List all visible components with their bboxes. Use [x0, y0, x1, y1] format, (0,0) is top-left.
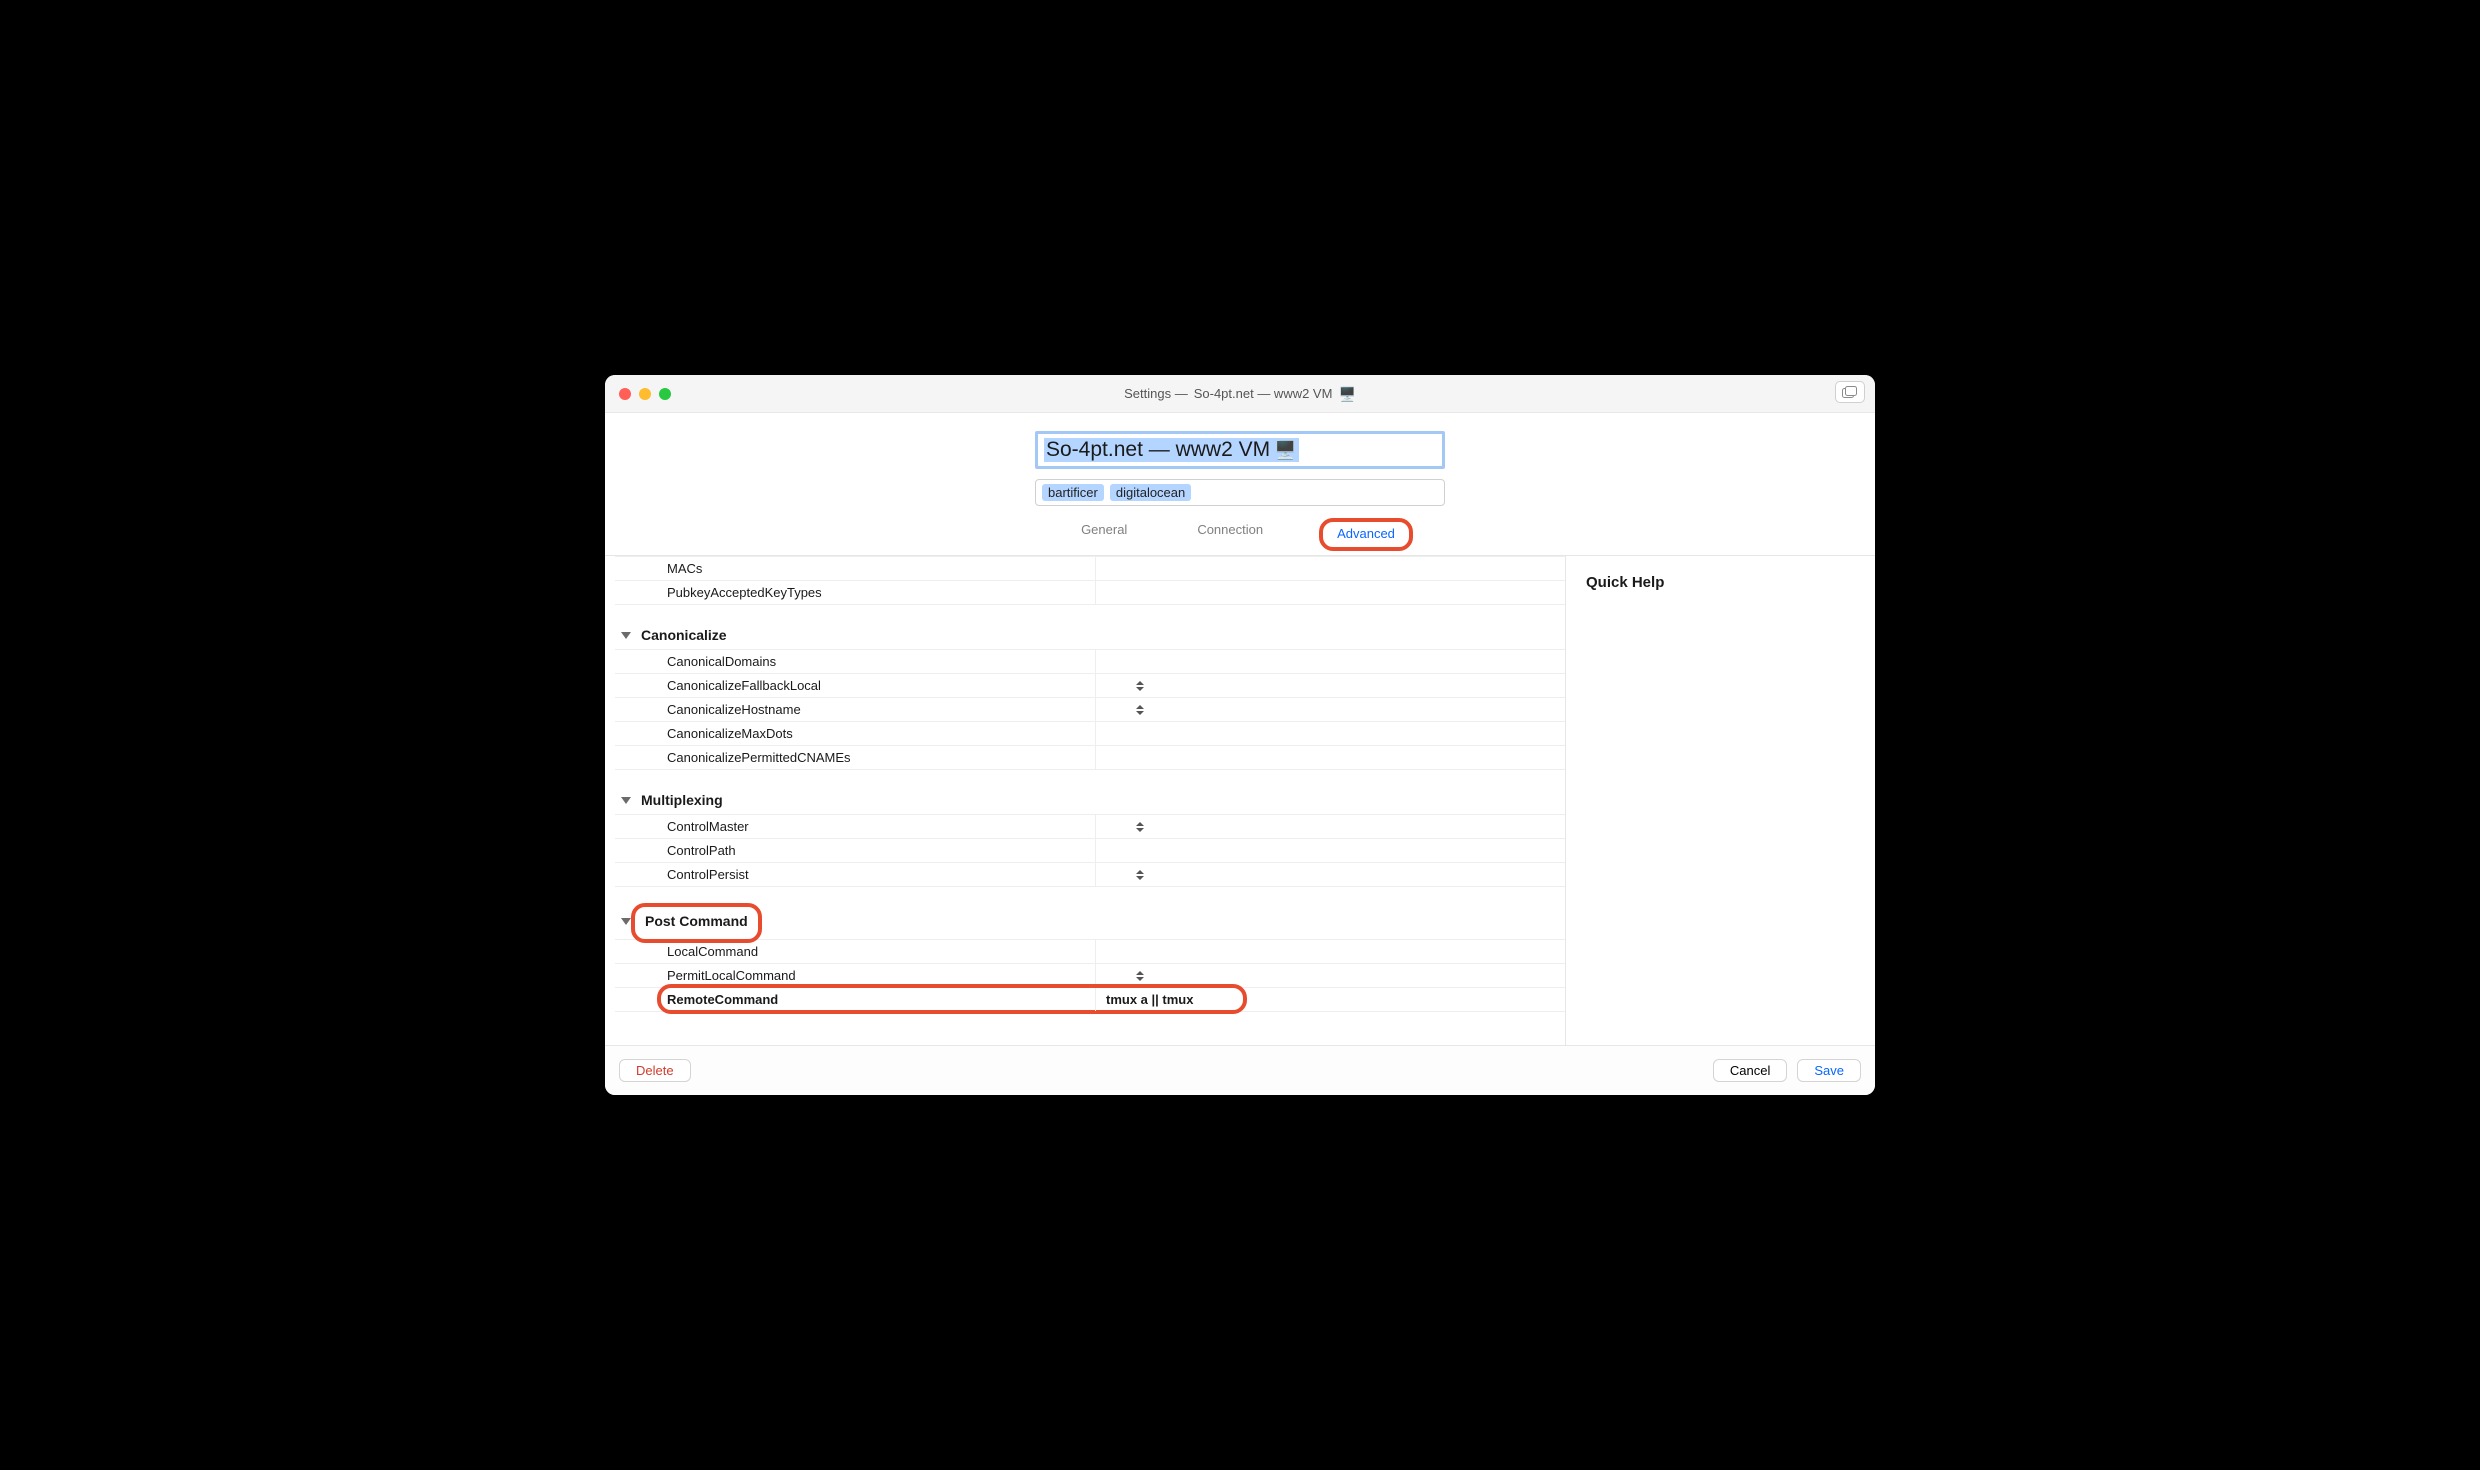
row-val[interactable] — [1095, 650, 1565, 673]
row-val[interactable] — [1095, 839, 1565, 862]
stepper-icon[interactable] — [1136, 868, 1146, 882]
disclosure-triangle-icon[interactable] — [621, 632, 631, 639]
header-area: So-4pt.net — www2 VM 🖥️ bartificer digit… — [605, 413, 1875, 556]
monitor-icon: 🖥️ — [1338, 387, 1355, 401]
row-val[interactable] — [1095, 722, 1565, 745]
highlight-post-command: Post Command — [631, 903, 762, 943]
minimize-window-button[interactable] — [639, 388, 651, 400]
window-title-prefix: Settings — — [1124, 386, 1188, 401]
close-window-button[interactable] — [619, 388, 631, 400]
row-val[interactable] — [1095, 940, 1565, 963]
row-key: CanonicalizeHostname — [615, 702, 1095, 717]
highlight-advanced-tab: Advanced — [1319, 518, 1413, 551]
stepper-icon[interactable] — [1136, 703, 1146, 717]
save-button[interactable]: Save — [1797, 1059, 1861, 1082]
row-val[interactable] — [1095, 674, 1565, 697]
monitor-icon: 🖥️ — [1274, 441, 1296, 459]
window-title: Settings — So-4pt.net — www2 VM 🖥️ — [605, 386, 1875, 401]
stepper-icon[interactable] — [1136, 679, 1146, 693]
row-key: CanonicalDomains — [615, 654, 1095, 669]
tab-overview-button[interactable] — [1835, 381, 1865, 403]
row-key: CanonicalizeFallbackLocal — [615, 678, 1095, 693]
row-key: LocalCommand — [615, 944, 1095, 959]
row-localcommand[interactable]: LocalCommand — [615, 940, 1565, 964]
row-val[interactable] — [1095, 964, 1565, 987]
window-title-name: So-4pt.net — www2 VM — [1194, 386, 1333, 401]
quick-help-panel: Quick Help — [1565, 556, 1875, 1045]
section-multiplexing: Multiplexing ControlMaster ControlPath C… — [615, 792, 1565, 887]
body: MACs PubkeyAcceptedKeyTypes Canonicalize… — [605, 556, 1875, 1045]
quick-help-title: Quick Help — [1586, 574, 1855, 591]
row-canonicalizefallbacklocal[interactable]: CanonicalizeFallbackLocal — [615, 674, 1565, 698]
tag-digitalocean[interactable]: digitalocean — [1110, 484, 1191, 501]
row-key: ControlPersist — [615, 867, 1095, 882]
row-remotecommand[interactable]: RemoteCommand tmux a || tmux — [615, 988, 1565, 1012]
row-canonicalizemaxdots[interactable]: CanonicalizeMaxDots — [615, 722, 1565, 746]
cancel-button[interactable]: Cancel — [1713, 1059, 1787, 1082]
disclosure-triangle-icon[interactable] — [621, 797, 631, 804]
row-permitlocalcommand[interactable]: PermitLocalCommand — [615, 964, 1565, 988]
row-val[interactable] — [1095, 557, 1565, 580]
row-val[interactable] — [1095, 815, 1565, 838]
row-val[interactable]: tmux a || tmux — [1095, 988, 1565, 1011]
row-key: CanonicalizeMaxDots — [615, 726, 1095, 741]
profile-name-value: So-4pt.net — www2 VM — [1046, 438, 1270, 462]
row-controlmaster[interactable]: ControlMaster — [615, 815, 1565, 839]
tab-bar: General Connection Advanced — [1081, 522, 1399, 555]
row-controlpersist[interactable]: ControlPersist — [615, 863, 1565, 887]
settings-scroll[interactable]: MACs PubkeyAcceptedKeyTypes Canonicalize… — [605, 556, 1565, 1045]
row-key: ControlMaster — [615, 819, 1095, 834]
row-key: CanonicalizePermittedCNAMEs — [615, 750, 1095, 765]
row-canonicaldomains[interactable]: CanonicalDomains — [615, 650, 1565, 674]
window-controls — [619, 388, 671, 400]
row-key: ControlPath — [615, 843, 1095, 858]
row-key: PermitLocalCommand — [615, 968, 1095, 983]
footer: Delete Cancel Save — [605, 1045, 1875, 1095]
row-val[interactable] — [1095, 863, 1565, 886]
tab-connection[interactable]: Connection — [1197, 522, 1263, 545]
tab-general[interactable]: General — [1081, 522, 1127, 545]
section-title: Multiplexing — [641, 792, 723, 808]
tags-input[interactable]: bartificer digitalocean — [1035, 479, 1445, 506]
row-canonicalizepermittedcnames[interactable]: CanonicalizePermittedCNAMEs — [615, 746, 1565, 770]
zoom-window-button[interactable] — [659, 388, 671, 400]
settings-window: Settings — So-4pt.net — www2 VM 🖥️ So-4p… — [605, 375, 1875, 1095]
profile-name-input[interactable]: So-4pt.net — www2 VM 🖥️ — [1035, 431, 1445, 469]
section-title: Post Command — [645, 913, 748, 929]
disclosure-triangle-icon[interactable] — [621, 918, 631, 925]
section-post-command: Post Command LocalCommand PermitLocalCom… — [615, 909, 1565, 1012]
row-canonicalizehostname[interactable]: CanonicalizeHostname — [615, 698, 1565, 722]
row-key: RemoteCommand — [615, 992, 1095, 1007]
row-pubkeyacceptedkeytypes[interactable]: PubkeyAcceptedKeyTypes — [615, 581, 1565, 605]
stepper-icon[interactable] — [1136, 969, 1146, 983]
titlebar: Settings — So-4pt.net — www2 VM 🖥️ — [605, 375, 1875, 413]
tab-advanced[interactable]: Advanced — [1337, 526, 1395, 541]
row-key: MACs — [615, 561, 1095, 576]
tag-bartificer[interactable]: bartificer — [1042, 484, 1104, 501]
delete-button[interactable]: Delete — [619, 1059, 691, 1082]
remotecommand-value: tmux a || tmux — [1106, 992, 1193, 1007]
stepper-icon[interactable] — [1136, 820, 1146, 834]
row-key: PubkeyAcceptedKeyTypes — [615, 585, 1095, 600]
row-val[interactable] — [1095, 581, 1565, 604]
row-macs[interactable]: MACs — [615, 557, 1565, 581]
section-canonicalize: Canonicalize CanonicalDomains Canonicali… — [615, 627, 1565, 770]
row-val[interactable] — [1095, 746, 1565, 769]
row-val[interactable] — [1095, 698, 1565, 721]
section-title: Canonicalize — [641, 627, 727, 643]
row-controlpath[interactable]: ControlPath — [615, 839, 1565, 863]
